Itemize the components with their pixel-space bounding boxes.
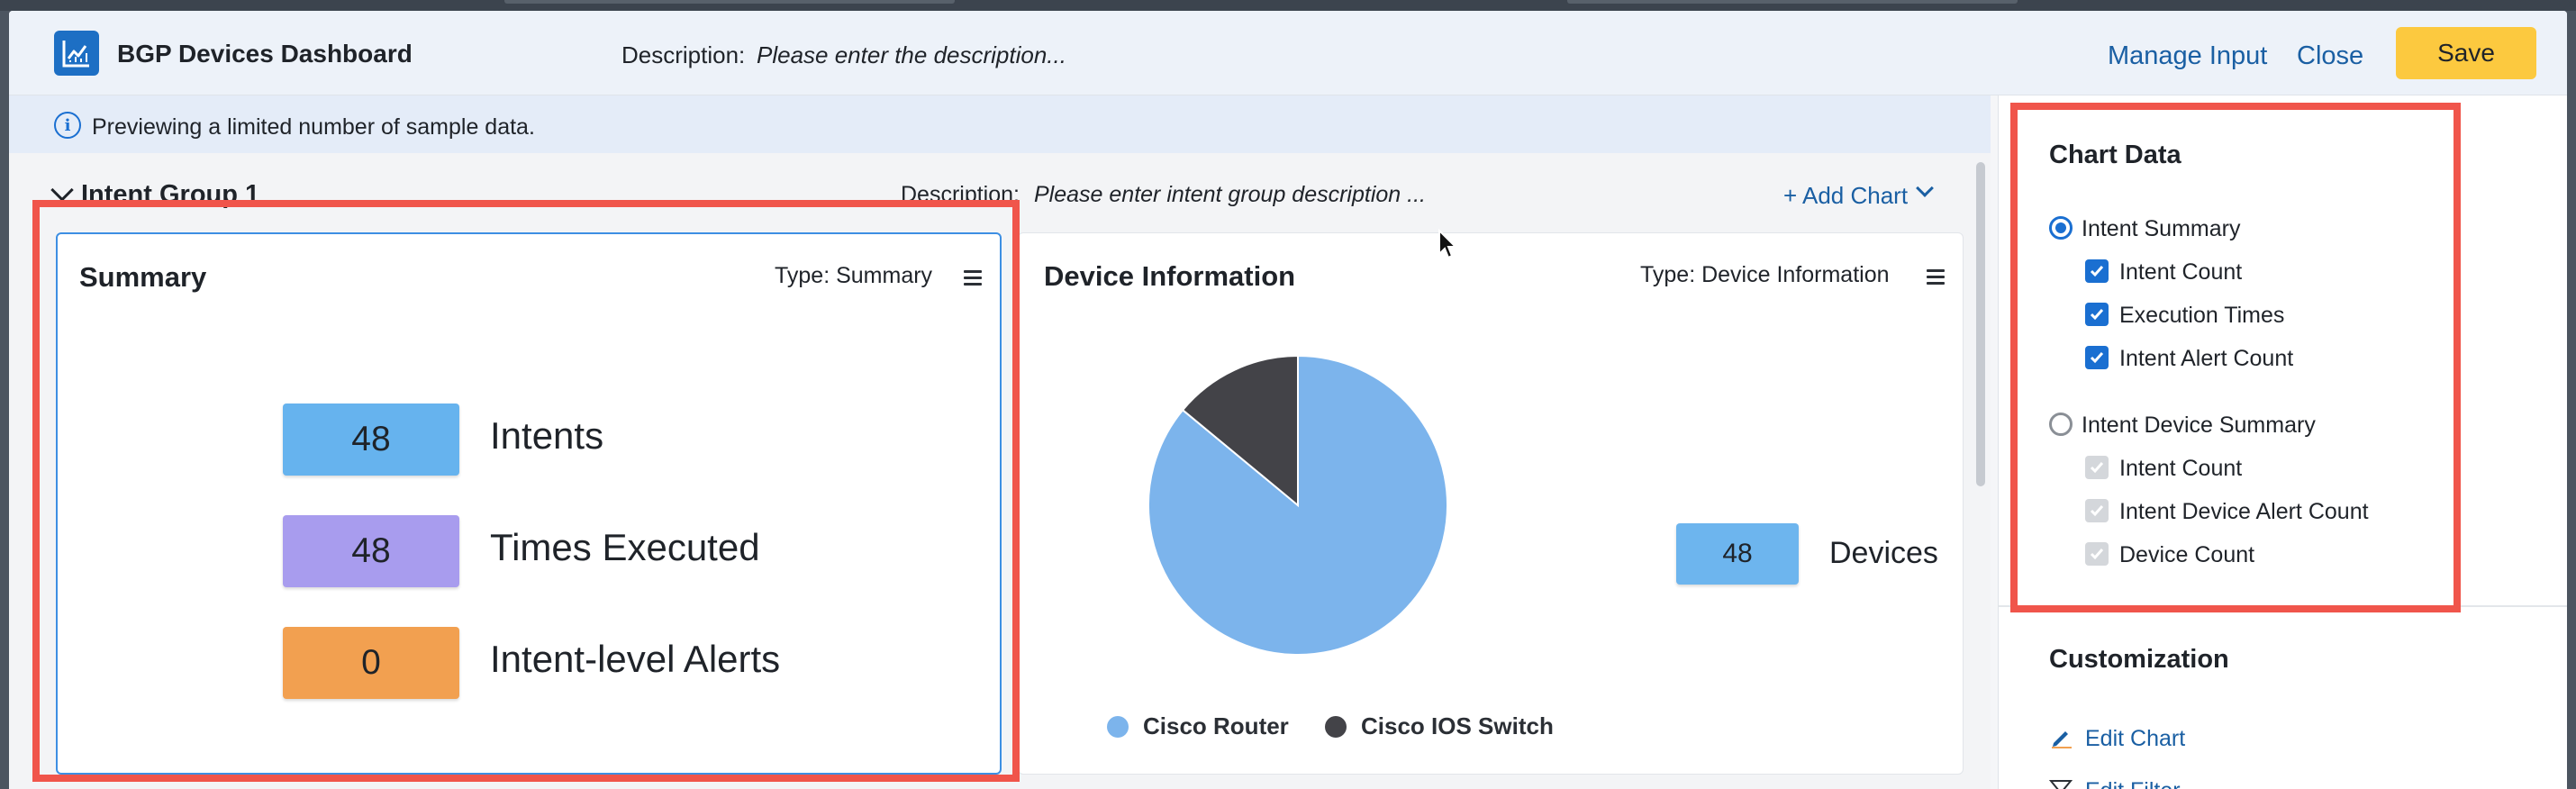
pie-chart xyxy=(1145,352,1451,658)
chevron-down-icon[interactable] xyxy=(50,178,74,202)
edit-filter-link[interactable]: Edit Filter xyxy=(2085,778,2181,789)
pencil-icon[interactable] xyxy=(2049,724,2074,749)
legend-label: Cisco IOS Switch xyxy=(1361,712,1554,739)
scrollbar-thumb[interactable] xyxy=(1976,162,1985,486)
card-type-label: Type: Device Information xyxy=(1640,262,1890,287)
info-icon: i xyxy=(54,112,81,139)
highlight-box-chart-data xyxy=(2010,103,2461,612)
manage-input-link[interactable]: Manage Input xyxy=(2108,41,2267,71)
highlight-box-summary xyxy=(32,200,1020,782)
line-chart-icon xyxy=(54,31,99,76)
card-title: Device Information xyxy=(1044,260,1296,292)
close-link[interactable]: Close xyxy=(2297,41,2363,71)
description-input[interactable]: Please enter the description... xyxy=(757,41,1066,69)
device-count-label: Devices xyxy=(1829,536,1938,570)
edit-chart-link[interactable]: Edit Chart xyxy=(2085,726,2185,752)
tab-hint xyxy=(1567,0,2018,4)
add-chart-button[interactable]: + Add Chart xyxy=(1783,182,1908,210)
header-bar: BGP Devices Dashboard Description: Pleas… xyxy=(9,11,2567,95)
app-title: BGP Devices Dashboard xyxy=(117,40,413,68)
window-top-strip xyxy=(0,0,2576,11)
group-description-input[interactable]: Please enter intent group description ..… xyxy=(1034,182,1426,208)
legend-item-cisco-ios-switch[interactable]: Cisco IOS Switch xyxy=(1325,712,1554,740)
description-label: Description: xyxy=(621,41,746,68)
mouse-cursor-icon xyxy=(1438,229,1458,259)
preview-info-bar: i Previewing a limited number of sample … xyxy=(9,95,1991,153)
legend-item-cisco-router[interactable]: Cisco Router xyxy=(1107,712,1289,740)
preview-info-text: Previewing a limited number of sample da… xyxy=(92,114,535,140)
device-information-card[interactable]: Device Information Type: Device Informat… xyxy=(1018,232,1964,775)
legend-label: Cisco Router xyxy=(1143,712,1289,739)
legend-swatch xyxy=(1325,715,1347,738)
tab-hint xyxy=(504,0,955,4)
save-button[interactable]: Save xyxy=(2396,27,2536,79)
device-count-box: 48 xyxy=(1676,523,1799,585)
legend-swatch xyxy=(1107,715,1129,738)
chevron-down-icon[interactable] xyxy=(1916,179,1934,197)
filter-icon[interactable] xyxy=(2049,778,2073,789)
menu-icon[interactable] xyxy=(1927,269,1945,286)
customization-title: Customization xyxy=(2049,645,2229,674)
pie-chart-svg xyxy=(1147,354,1448,656)
